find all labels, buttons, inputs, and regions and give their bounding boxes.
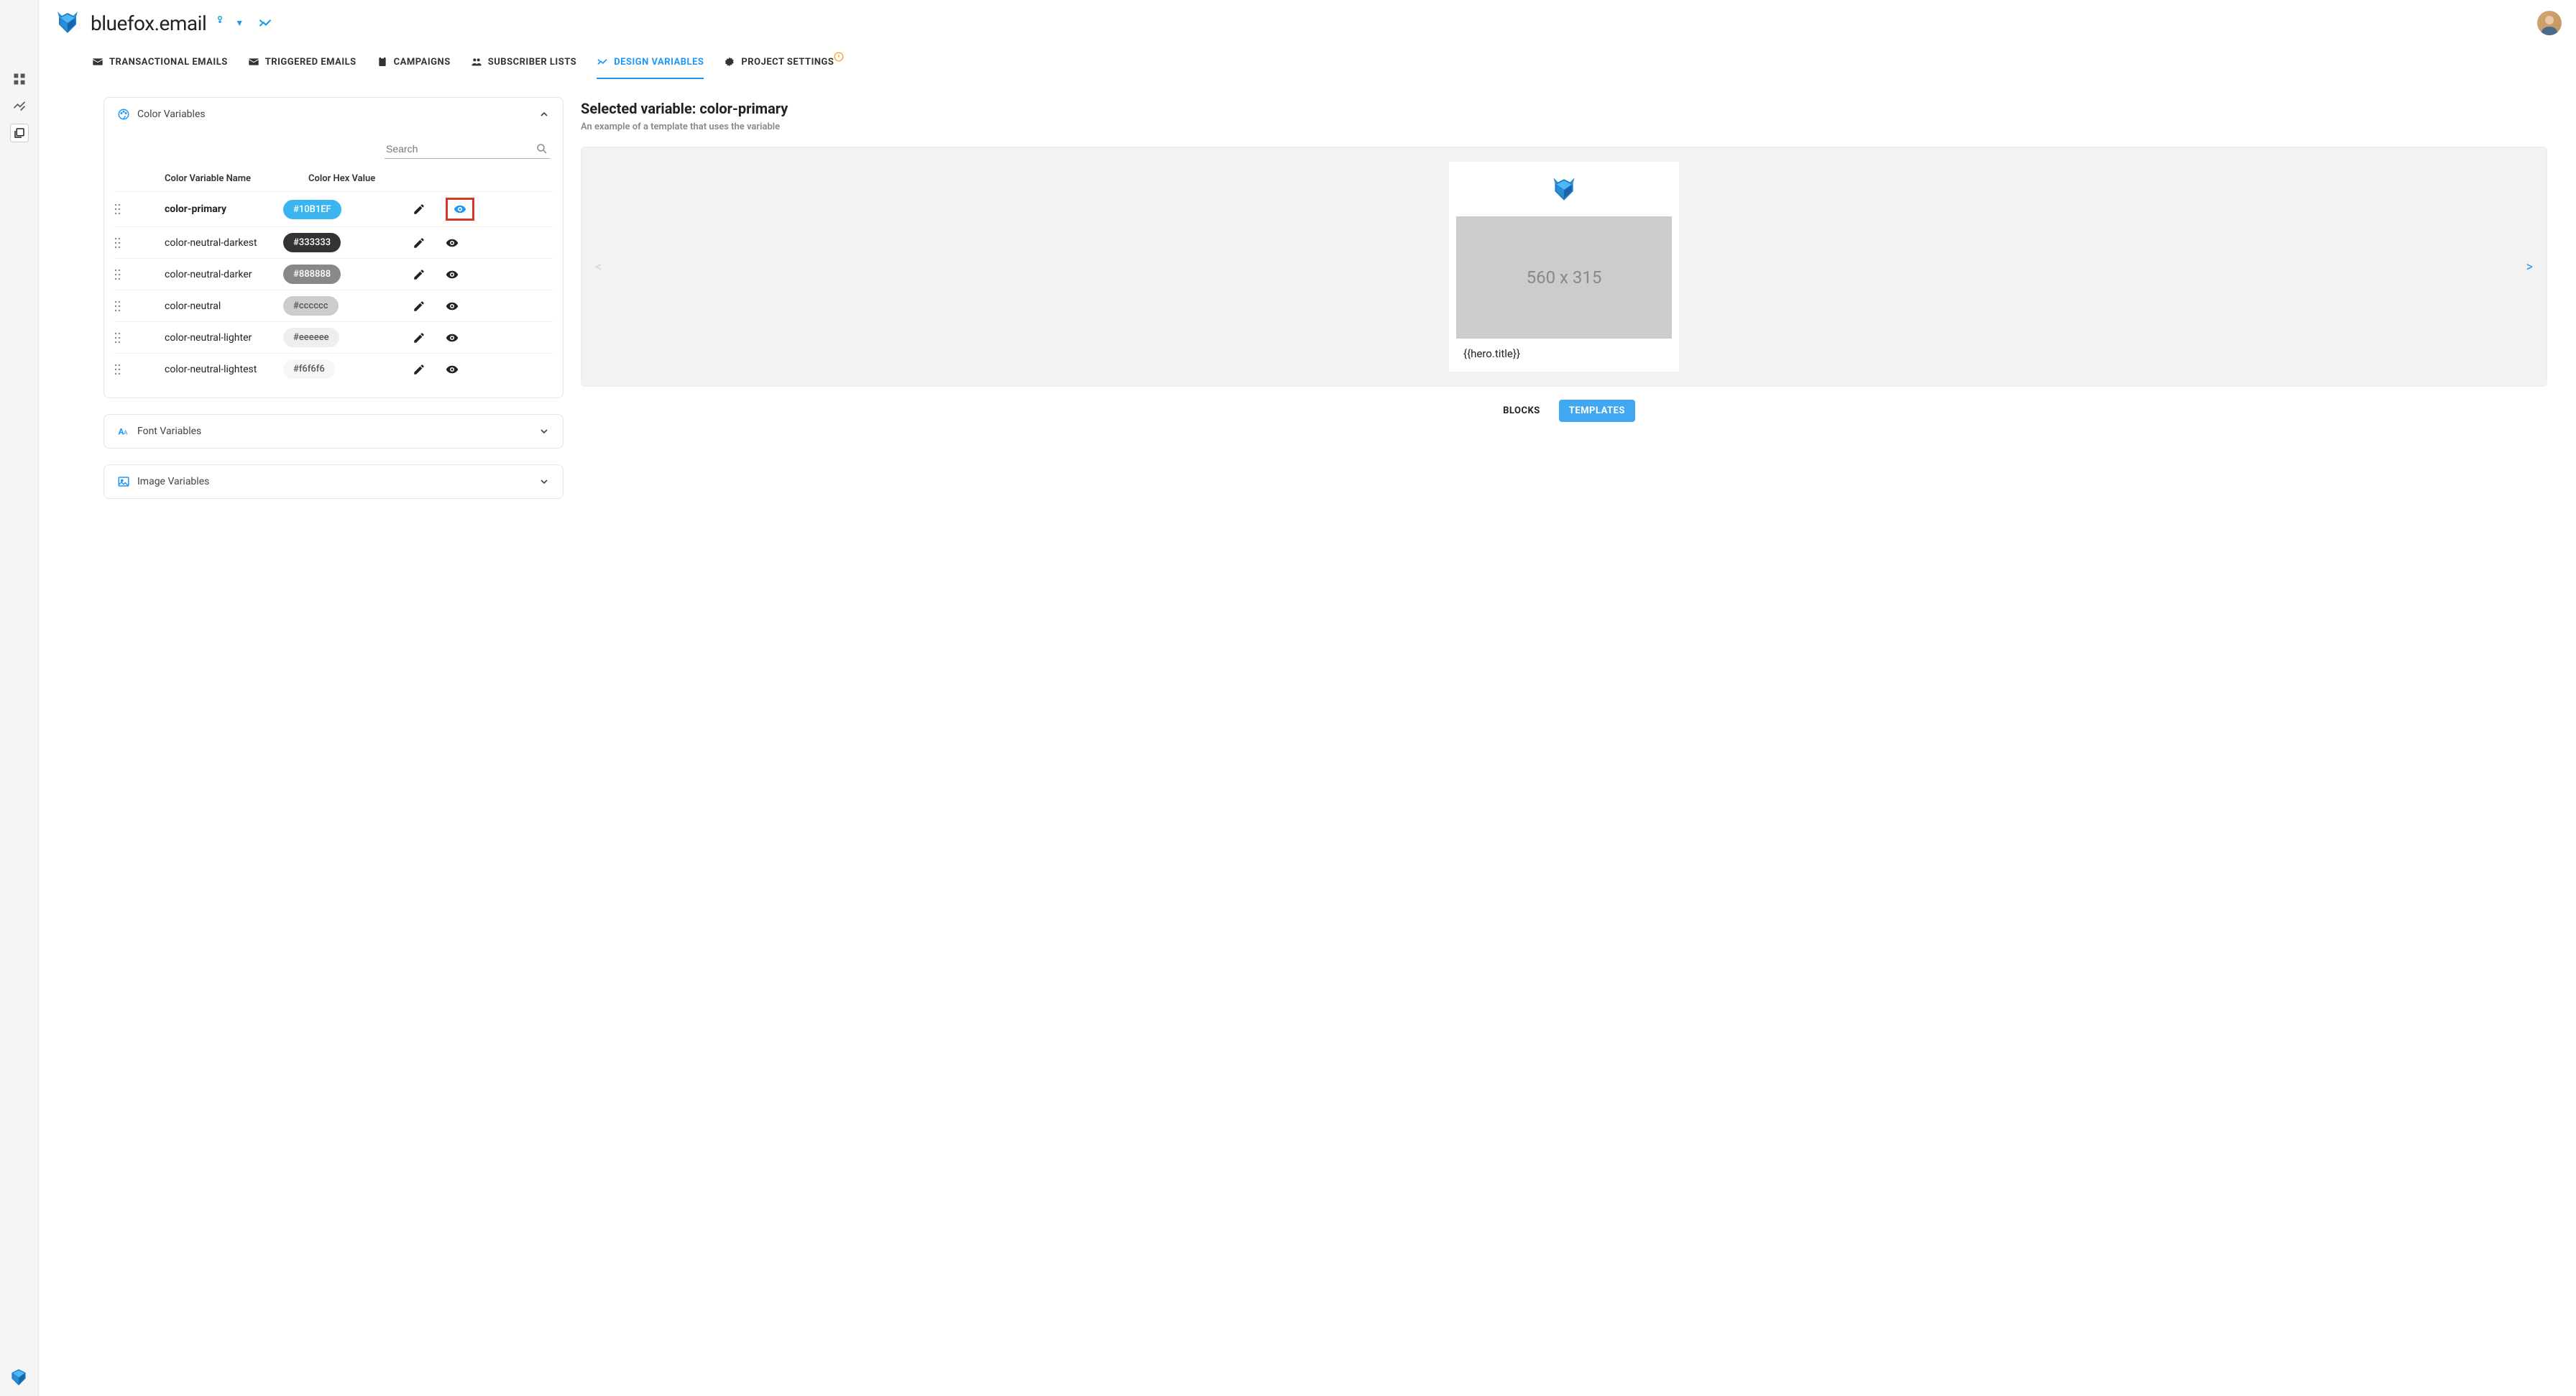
preview-highlight xyxy=(446,198,474,221)
color-variables-card: Color Variables Color Variable Name xyxy=(104,97,564,398)
search-input[interactable] xyxy=(386,143,535,155)
palette-icon xyxy=(117,108,130,121)
rail-layers-icon[interactable] xyxy=(10,124,29,142)
preview-mode-toggle: BLOCKS TEMPLATES xyxy=(581,400,2547,422)
edit-icon[interactable] xyxy=(413,300,426,313)
toggle-blocks[interactable]: BLOCKS xyxy=(1493,400,1550,422)
color-pill: #888888 xyxy=(283,265,341,284)
tab-design-variables[interactable]: DESIGN VARIABLES xyxy=(597,46,704,79)
variable-name: color-neutral-darker xyxy=(143,269,283,280)
toggle-templates[interactable]: TEMPLATES xyxy=(1559,400,1635,422)
chevron-down-icon xyxy=(538,426,550,437)
font-icon: AA xyxy=(117,425,130,438)
variable-name: color-neutral-darkest xyxy=(143,237,283,249)
mail-icon xyxy=(92,56,104,68)
logo xyxy=(53,9,82,37)
logo-icon xyxy=(1549,175,1579,205)
eye-icon[interactable] xyxy=(446,300,459,313)
template-preview: < 560 x 315 {{he xyxy=(581,147,2547,387)
font-variables-card: AA Font Variables xyxy=(104,414,564,449)
edit-icon[interactable] xyxy=(413,237,426,249)
drag-handle[interactable] xyxy=(114,269,143,280)
chevron-down-icon xyxy=(538,476,550,487)
drag-handle[interactable] xyxy=(114,332,143,344)
table-row: color-primary#10B1EF xyxy=(114,191,553,226)
topbar-tools-icon[interactable] xyxy=(258,16,272,30)
font-variables-header[interactable]: AA Font Variables xyxy=(104,415,563,448)
edit-icon[interactable] xyxy=(413,363,426,376)
card-title: Image Variables xyxy=(137,476,209,487)
tab-transactional-emails[interactable]: TRANSACTIONAL EMAILS xyxy=(92,46,228,79)
tools-icon xyxy=(597,56,608,68)
left-rail xyxy=(0,0,39,1396)
eye-icon[interactable] xyxy=(446,237,459,249)
chevron-up-icon xyxy=(538,109,550,120)
selected-variable-title: Selected variable: color-primary xyxy=(581,100,2547,117)
image-placeholder: 560 x 315 xyxy=(1456,216,1672,339)
edit-icon[interactable] xyxy=(413,268,426,281)
table-row: color-neutral-lighter#eeeeee xyxy=(114,321,553,353)
brand-dropdown-caret[interactable]: ▼ xyxy=(235,18,244,28)
hero-title-placeholder: {{hero.title}} xyxy=(1456,347,1672,364)
color-pill: #333333 xyxy=(283,233,341,252)
search-icon xyxy=(535,142,548,155)
drag-handle[interactable] xyxy=(114,300,143,312)
color-pill: #f6f6f6 xyxy=(283,359,335,379)
table-row: color-neutral-darkest#333333 xyxy=(114,226,553,258)
variable-name: color-neutral xyxy=(143,300,283,312)
selected-variable-subtitle: An example of a template that uses the v… xyxy=(581,121,2547,132)
tab-subscriber-lists[interactable]: SUBSCRIBER LISTS xyxy=(471,46,576,79)
people-icon xyxy=(471,56,482,68)
preview-next-button[interactable]: > xyxy=(2521,254,2539,280)
avatar[interactable] xyxy=(2537,11,2562,35)
table-row: color-neutral#cccccc xyxy=(114,290,553,321)
edit-icon[interactable] xyxy=(413,331,426,344)
table-row: color-neutral-lightest#f6f6f6 xyxy=(114,353,553,385)
project-tabs: TRANSACTIONAL EMAILS TRIGGERED EMAILS CA… xyxy=(39,46,2576,80)
drag-handle[interactable] xyxy=(114,203,143,215)
drag-handle[interactable] xyxy=(114,237,143,249)
search-input-wrap xyxy=(385,139,550,159)
tab-campaigns[interactable]: CAMPAIGNS xyxy=(377,46,451,79)
clipboard-icon xyxy=(377,56,388,68)
tab-triggered-emails[interactable]: TRIGGERED EMAILS xyxy=(248,46,356,79)
card-title: Color Variables xyxy=(137,109,206,120)
warning-icon xyxy=(834,52,844,62)
drag-handle[interactable] xyxy=(114,364,143,375)
variable-name: color-primary xyxy=(143,203,283,215)
color-variables-header[interactable]: Color Variables xyxy=(104,98,563,131)
eye-icon[interactable] xyxy=(454,203,466,216)
tab-project-settings[interactable]: PROJECT SETTINGS xyxy=(724,46,834,79)
image-variables-card: Image Variables xyxy=(104,464,564,499)
card-title: Font Variables xyxy=(137,426,201,437)
variable-name: color-neutral-lightest xyxy=(143,364,283,375)
eye-icon[interactable] xyxy=(446,268,459,281)
preview-prev-button[interactable]: < xyxy=(589,254,607,280)
email-preview-frame: 560 x 315 {{hero.title}} xyxy=(1449,162,1679,372)
footer-logo xyxy=(7,1366,30,1389)
rail-dashboard-icon[interactable] xyxy=(12,72,27,86)
table-header: Color Variable Name Color Hex Value xyxy=(114,166,553,191)
brand-badge-icon xyxy=(215,15,225,25)
svg-text:A: A xyxy=(124,430,128,437)
edit-icon[interactable] xyxy=(413,203,426,216)
eye-icon[interactable] xyxy=(446,331,459,344)
variable-name: color-neutral-lighter xyxy=(143,332,283,344)
gear-icon xyxy=(724,56,735,68)
topbar: bluefox.email ▼ xyxy=(39,0,2576,46)
table-row: color-neutral-darker#888888 xyxy=(114,258,553,290)
image-variables-header[interactable]: Image Variables xyxy=(104,465,563,498)
rail-tools-icon[interactable] xyxy=(12,98,27,112)
color-pill: #eeeeee xyxy=(283,328,339,347)
image-icon xyxy=(117,475,130,488)
color-pill: #10B1EF xyxy=(283,200,341,219)
mail-icon xyxy=(248,56,259,68)
color-pill: #cccccc xyxy=(283,296,339,316)
eye-icon[interactable] xyxy=(446,363,459,376)
brand-name: bluefox.email xyxy=(91,12,206,35)
